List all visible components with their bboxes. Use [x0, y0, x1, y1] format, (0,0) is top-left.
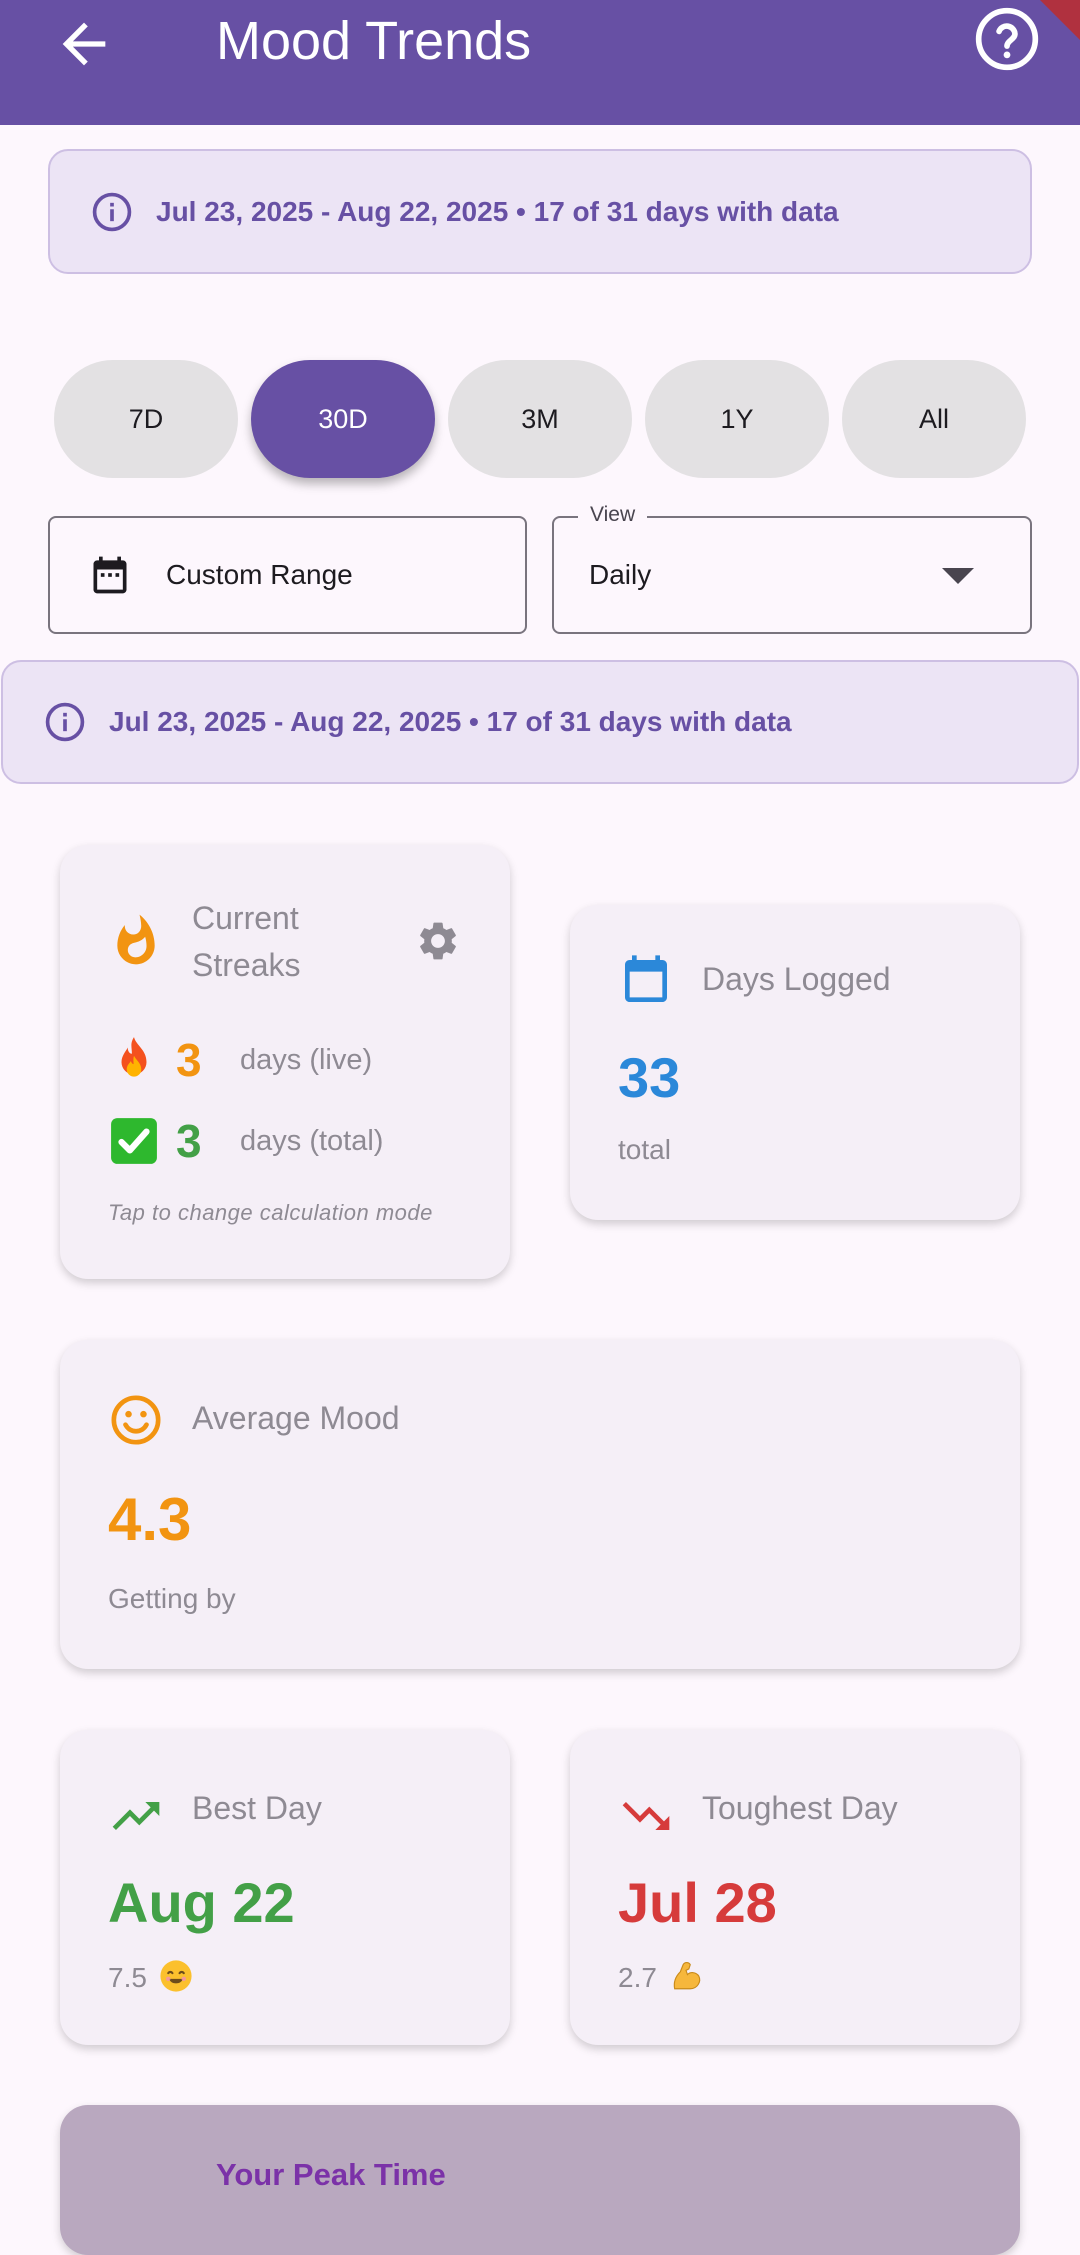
calendar-icon: [625, 955, 667, 1002]
toughest-day-score-row: 2.7: [618, 1959, 703, 2000]
best-day-card: Best Day Aug 22 7.5: [60, 1730, 510, 2045]
view-dropdown-value: Daily: [589, 559, 652, 590]
calendar-icon: [93, 556, 127, 594]
fire-emoji-icon: [108, 1034, 160, 1086]
chip-all[interactable]: All: [842, 360, 1026, 478]
info-icon: [45, 702, 85, 742]
best-day-title: Best Day: [192, 1790, 322, 1826]
best-day-value: Aug 22: [108, 1871, 295, 1934]
chip-3m[interactable]: 3M: [448, 360, 632, 478]
toughest-day-score: 2.7: [618, 1962, 657, 1993]
flame-icon: [117, 914, 155, 965]
trending-down-icon: [622, 1802, 670, 1830]
streak-total-label: days (total): [240, 1124, 384, 1157]
toughest-day-title: Toughest Day: [702, 1790, 898, 1826]
best-day-score: 7.5: [108, 1962, 147, 1993]
chip-1y[interactable]: 1Y: [645, 360, 829, 478]
app-bar: Mood Trends: [0, 0, 1080, 125]
toughest-day-value: Jul 28: [618, 1871, 777, 1934]
page-title: Mood Trends: [216, 11, 532, 71]
chip-7d[interactable]: 7D: [54, 360, 238, 478]
average-mood-value: 4.3: [108, 1486, 192, 1553]
days-logged-value: 33: [618, 1046, 681, 1109]
check-mark-emoji-icon: [108, 1115, 160, 1167]
info-icon: [92, 192, 132, 231]
days-logged-subtext: total: [618, 1134, 671, 1165]
average-mood-subtext: Getting by: [108, 1583, 236, 1614]
streak-live-row: 3 days (live): [108, 1032, 372, 1088]
smile-emoji-icon: [159, 1959, 193, 2000]
streak-total-value: 3: [176, 1115, 202, 1167]
back-button[interactable]: [52, 12, 116, 76]
range-chip-group: 7D 30D 3M 1Y All: [54, 360, 1026, 478]
dropdown-arrow-icon: [942, 568, 974, 584]
gear-icon[interactable]: [415, 918, 461, 964]
trending-up-icon: [112, 1802, 160, 1830]
arrow-back-icon: [62, 22, 106, 66]
view-dropdown-label: View: [578, 502, 648, 528]
streak-live-value: 3: [176, 1034, 202, 1086]
average-mood-title: Average Mood: [192, 1400, 400, 1436]
flexed-biceps-emoji-icon: [669, 1959, 703, 2000]
date-range-banner-secondary: Jul 23, 2025 - Aug 22, 2025 • 17 of 31 d…: [1, 660, 1079, 784]
streak-live-label: days (live): [240, 1043, 373, 1076]
streaks-title: Current Streaks: [192, 900, 301, 983]
date-range-banner: Jul 23, 2025 - Aug 22, 2025 • 17 of 31 d…: [48, 149, 1032, 274]
toughest-day-card: Toughest Day Jul 28 2.7: [570, 1730, 1020, 2045]
days-logged-card: Days Logged 33 total: [570, 905, 1020, 1220]
peak-time-title: Your Peak Time: [216, 2157, 446, 2192]
streak-total-row: 3 days (total): [108, 1113, 383, 1169]
view-dropdown[interactable]: View Daily: [552, 502, 1032, 634]
days-logged-title: Days Logged: [702, 961, 891, 997]
custom-range-button[interactable]: Custom Range: [48, 516, 527, 634]
chip-30d[interactable]: 30D: [251, 360, 435, 478]
average-mood-card: Average Mood 4.3 Getting by: [60, 1340, 1020, 1669]
smiley-icon: [111, 1395, 161, 1445]
debug-banner: [1030, 0, 1080, 50]
best-day-score-row: 7.5: [108, 1959, 193, 2000]
peak-time-card: Your Peak Time: [60, 2105, 1020, 2255]
current-streaks-card[interactable]: Current Streaks 3 days (live) 3 days (to…: [60, 845, 510, 1279]
date-range-text: Jul 23, 2025 - Aug 22, 2025 • 17 of 31 d…: [156, 195, 839, 227]
date-range-text-secondary: Jul 23, 2025 - Aug 22, 2025 • 17 of 31 d…: [109, 706, 792, 737]
custom-range-label: Custom Range: [166, 559, 353, 590]
streak-hint-text: Tap to change calculation mode: [108, 1200, 433, 1225]
